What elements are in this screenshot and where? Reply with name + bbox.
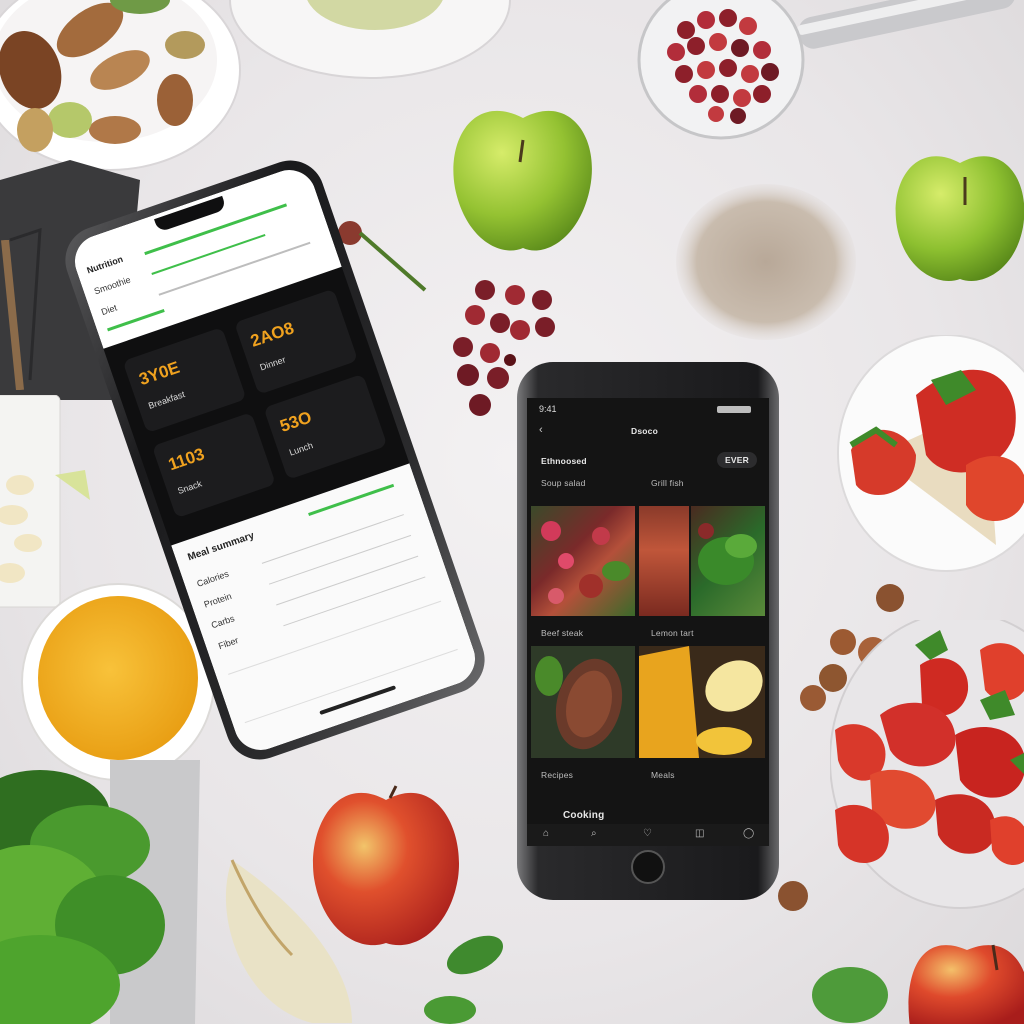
red-apple bbox=[908, 944, 1024, 1024]
food-label: Soup salad bbox=[541, 478, 586, 488]
divider bbox=[276, 555, 419, 606]
stat-card[interactable]: 53O Lunch bbox=[263, 373, 388, 480]
stat-card[interactable]: 1103 Snack bbox=[151, 412, 276, 519]
heart-icon[interactable]: ♡ bbox=[643, 828, 652, 839]
stat-label: Dinner bbox=[258, 354, 287, 373]
phone-screen: 9:41 ‹ Dsoco Ethnoosed EVER Soup salad G… bbox=[527, 398, 769, 846]
status-time: 9:41 bbox=[539, 404, 557, 414]
screen-title: Dsoco bbox=[631, 426, 658, 436]
progress-line bbox=[151, 233, 266, 275]
top-bowl bbox=[229, 0, 511, 79]
nut bbox=[165, 31, 205, 59]
green-apple bbox=[895, 156, 1024, 281]
home-button[interactable] bbox=[631, 850, 665, 884]
progress-line bbox=[308, 483, 395, 516]
strawberry bbox=[966, 456, 1024, 521]
bottom-label: Recipes bbox=[541, 770, 574, 780]
back-icon[interactable]: ‹ bbox=[539, 424, 543, 436]
home-icon[interactable]: ⌂ bbox=[543, 828, 549, 839]
section-button-label: EVER bbox=[725, 455, 749, 465]
food-label: Grill fish bbox=[651, 478, 684, 488]
hazelnut bbox=[778, 881, 808, 911]
food-photo-steak[interactable] bbox=[531, 646, 635, 758]
strawberry-bowl bbox=[830, 620, 1024, 909]
tab-bar: ⌂ ⌕ ♡ ◫ ◯ bbox=[527, 824, 769, 846]
strawberry-plate bbox=[837, 335, 1024, 572]
red-apple bbox=[312, 785, 460, 946]
food-photo-lemon[interactable] bbox=[639, 646, 765, 758]
stat-value: 53O bbox=[277, 407, 315, 436]
bottom-label: Meals bbox=[651, 770, 675, 780]
stat-card[interactable]: 2AO8 Dinner bbox=[234, 288, 359, 395]
lettuce bbox=[0, 770, 165, 1024]
apple-slice bbox=[55, 470, 90, 500]
cart-icon[interactable]: ◫ bbox=[695, 828, 704, 839]
food-photo-fish[interactable] bbox=[639, 506, 689, 616]
stat-value: 1103 bbox=[165, 444, 207, 475]
food-label: Beef steak bbox=[541, 628, 584, 638]
berry-bowl bbox=[637, 0, 1016, 140]
nut bbox=[157, 74, 193, 126]
mint-leaves bbox=[812, 967, 888, 1023]
phone-right: 9:41 ‹ Dsoco Ethnoosed EVER Soup salad G… bbox=[517, 362, 779, 900]
stat-label: Breakfast bbox=[146, 389, 187, 411]
food-label: Lemon tart bbox=[651, 628, 694, 638]
profile-icon[interactable]: ◯ bbox=[743, 828, 754, 839]
section-label: Ethnoosed bbox=[541, 456, 587, 466]
stat-value: 2AO8 bbox=[248, 318, 297, 351]
food-photo-salad[interactable] bbox=[531, 506, 635, 616]
summary-title: Meal summary bbox=[186, 530, 256, 564]
divider bbox=[158, 241, 311, 296]
summary-row: Carbs bbox=[209, 613, 236, 631]
stat-label: Snack bbox=[176, 478, 204, 497]
food-desk-scene: Nutrition Smoothie Diet 3Y0E Breakfast 2… bbox=[0, 0, 1024, 1024]
divider bbox=[261, 514, 404, 564]
mint-leaves bbox=[424, 935, 504, 1024]
header-line: Smoothie bbox=[92, 274, 132, 297]
section-button[interactable]: EVER bbox=[717, 452, 757, 468]
search-icon[interactable]: ⌕ bbox=[591, 828, 597, 839]
stat-card[interactable]: 3Y0E Breakfast bbox=[122, 327, 247, 434]
summary-row: Calories bbox=[195, 568, 231, 589]
divider bbox=[268, 534, 412, 585]
spice-pile bbox=[676, 184, 856, 340]
stat-value: 3Y0E bbox=[136, 357, 183, 390]
bottom-caption: Cooking bbox=[563, 810, 605, 821]
summary-row: Fiber bbox=[217, 635, 240, 652]
stat-label: Lunch bbox=[287, 440, 315, 458]
food-photo-greens[interactable] bbox=[691, 506, 765, 616]
herb-sprig bbox=[1, 240, 24, 390]
battery-icon bbox=[717, 406, 751, 413]
header-line: Nutrition bbox=[85, 253, 125, 276]
summary-row: Protein bbox=[202, 590, 233, 610]
header-line: Diet bbox=[99, 302, 119, 318]
